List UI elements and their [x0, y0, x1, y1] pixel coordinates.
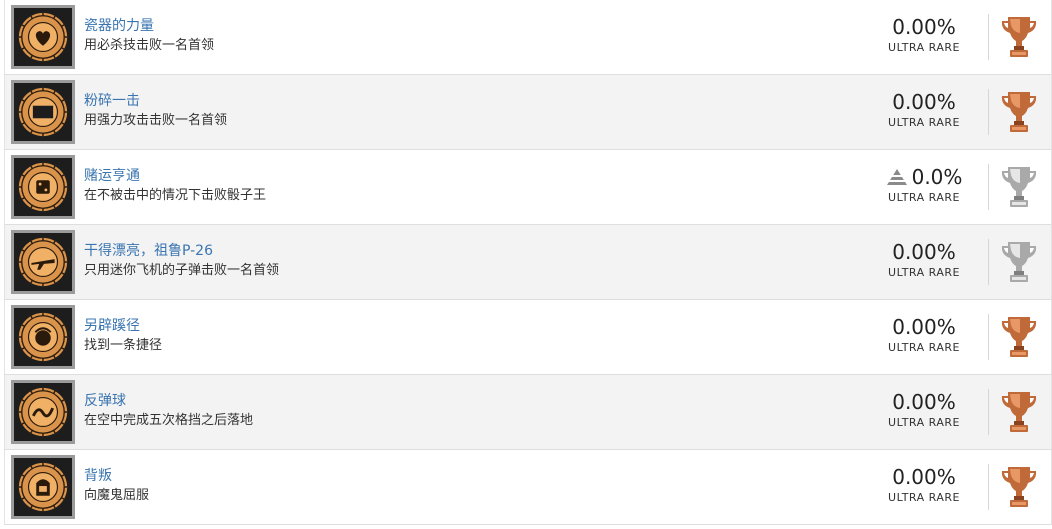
earned-percentage: 0.00%: [892, 15, 956, 39]
trophy-badge: [11, 230, 75, 294]
bronze-trophy-icon: [999, 463, 1039, 511]
rarity-label: ULTRA RARE: [888, 41, 960, 54]
trophy-text: 瓷器的力量 用必杀技击败一名首领: [84, 17, 214, 55]
trophy-list: 瓷器的力量 用必杀技击败一名首领 0.00% ULTRA RARE 粉碎一击 用…: [4, 0, 1052, 525]
trophy-title[interactable]: 反弹球: [84, 392, 253, 410]
trophy-description: 找到一条捷径: [84, 338, 163, 353]
trophy-row: 另辟蹊径 找到一条捷径 0.00% ULTRA RARE: [5, 300, 1051, 375]
earned-percentage: 0.00%: [892, 315, 956, 339]
divider: [988, 389, 989, 435]
trophy-title[interactable]: 另辟蹊径: [84, 317, 162, 335]
trophy-text: 另辟蹊径 找到一条捷径: [84, 317, 162, 355]
trophy-text: 粉碎一击 用强力攻击击败一名首领: [84, 92, 227, 130]
trophy-row: 赌运亨通 在不被击中的情况下击败骰子王 0.0% ULTRA RARE: [5, 150, 1051, 225]
trophy-badge: [11, 380, 75, 444]
throne-coin-icon: [14, 458, 72, 516]
earned-percentage: 0.00%: [892, 390, 956, 414]
divider: [988, 14, 989, 60]
dice-coin-icon: [14, 158, 72, 216]
trophy-row: 反弹球 在空中完成五次格挡之后落地 0.00% ULTRA RARE: [5, 375, 1051, 450]
parry-coin-icon: [14, 383, 72, 441]
trophy-badge: [11, 455, 75, 519]
bronze-trophy-icon: [999, 88, 1039, 136]
rarity-block: 0.00% ULTRA RARE: [879, 90, 969, 129]
silver-trophy-icon: [999, 238, 1039, 286]
shortcut-coin-icon: [14, 308, 72, 366]
bronze-trophy-icon: [999, 13, 1039, 61]
plane-coin-icon: [14, 233, 72, 291]
rarity-label: ULTRA RARE: [888, 341, 960, 354]
rarity-label: ULTRA RARE: [888, 416, 960, 429]
ex-coin-icon: [14, 83, 72, 141]
divider: [988, 164, 989, 210]
bronze-trophy-icon: [999, 388, 1039, 436]
rarity-block: 0.00% ULTRA RARE: [879, 390, 969, 429]
earned-percentage: 0.00%: [892, 90, 956, 114]
divider: [988, 314, 989, 360]
trophy-row: 背叛 向魔鬼屈服 0.00% ULTRA RARE: [5, 450, 1051, 525]
trophy-description: 向魔鬼屈服: [84, 488, 150, 503]
trophy-row: 干得漂亮，祖鲁P-26 只用迷你飞机的子弹击败一名首领 0.00% ULTRA …: [5, 225, 1051, 300]
trophy-title[interactable]: 干得漂亮，祖鲁P-26: [84, 242, 279, 260]
trophy-text: 干得漂亮，祖鲁P-26 只用迷你飞机的子弹击败一名首领: [84, 242, 279, 280]
earned-percentage: 0.00%: [892, 240, 956, 264]
trophy-badge: [11, 5, 75, 69]
rarity-trend-icon: [886, 169, 907, 185]
trophy-description: 用必杀技击败一名首领: [84, 38, 215, 53]
rarity-label: ULTRA RARE: [888, 491, 960, 504]
divider: [988, 239, 989, 285]
trophy-text: 背叛 向魔鬼屈服: [84, 467, 149, 505]
trophy-title[interactable]: 粉碎一击: [84, 92, 227, 110]
rarity-block: 0.0% ULTRA RARE: [879, 165, 969, 204]
rarity-label: ULTRA RARE: [888, 266, 960, 279]
trophy-title[interactable]: 背叛: [84, 467, 149, 485]
rarity-label: ULTRA RARE: [888, 116, 960, 129]
trophy-text: 赌运亨通 在不被击中的情况下击败骰子王: [84, 167, 266, 205]
divider: [988, 89, 989, 135]
earned-percentage: 0.00%: [892, 465, 956, 489]
silver-trophy-icon: [999, 163, 1039, 211]
heart-coin-icon: [14, 8, 72, 66]
rarity-block: 0.00% ULTRA RARE: [879, 465, 969, 504]
trophy-title[interactable]: 瓷器的力量: [84, 17, 214, 35]
trophy-badge: [11, 305, 75, 369]
earned-percentage: 0.0%: [911, 165, 963, 189]
trophy-description: 在空中完成五次格挡之后落地: [84, 413, 254, 428]
bronze-trophy-icon: [999, 313, 1039, 361]
trophy-description: 在不被击中的情况下击败骰子王: [84, 188, 267, 203]
trophy-badge: [11, 155, 75, 219]
trophy-row: 粉碎一击 用强力攻击击败一名首领 0.00% ULTRA RARE: [5, 75, 1051, 150]
divider: [988, 464, 989, 510]
rarity-label: ULTRA RARE: [888, 191, 960, 204]
trophy-description: 用强力攻击击败一名首领: [84, 113, 228, 128]
rarity-block: 0.00% ULTRA RARE: [879, 240, 969, 279]
trophy-row: 瓷器的力量 用必杀技击败一名首领 0.00% ULTRA RARE: [5, 0, 1051, 75]
trophy-text: 反弹球 在空中完成五次格挡之后落地: [84, 392, 253, 430]
trophy-description: 只用迷你飞机的子弹击败一名首领: [84, 263, 280, 278]
trophy-title[interactable]: 赌运亨通: [84, 167, 266, 185]
rarity-block: 0.00% ULTRA RARE: [879, 15, 969, 54]
trophy-badge: [11, 80, 75, 144]
rarity-block: 0.00% ULTRA RARE: [879, 315, 969, 354]
